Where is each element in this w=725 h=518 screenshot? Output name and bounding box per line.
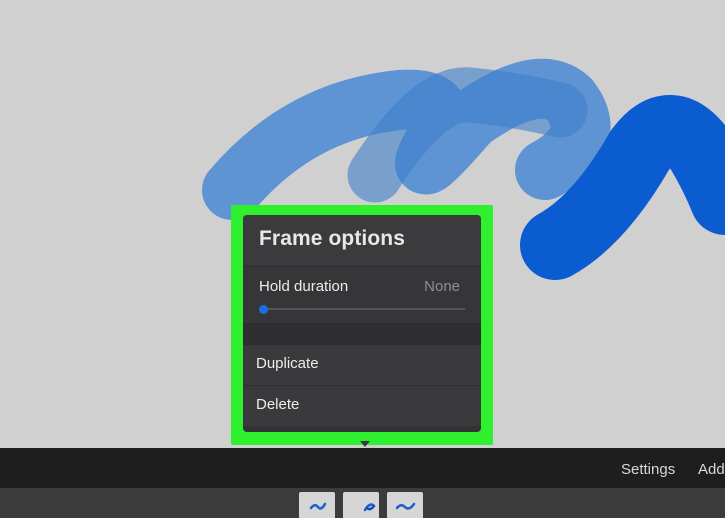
- settings-button[interactable]: Settings: [621, 461, 675, 478]
- hold-duration-slider[interactable]: [263, 308, 465, 310]
- frame-options-popover: Frame options Hold duration None Duplica…: [243, 215, 481, 432]
- delete-label: Delete: [256, 396, 300, 413]
- hold-duration-slider-knob[interactable]: [259, 305, 268, 314]
- frames-strip: [0, 488, 725, 518]
- squiggle-stroke-icon: [395, 502, 416, 510]
- delete-button[interactable]: Delete: [243, 385, 481, 426]
- popover-arrow: [360, 441, 370, 447]
- squiggle-stroke-icon: [309, 502, 327, 510]
- duplicate-label: Duplicate: [256, 355, 319, 372]
- hold-duration-label: Hold duration: [259, 278, 349, 295]
- popover-title: Frame options: [259, 227, 405, 250]
- add-frame-button[interactable]: Add: [698, 461, 725, 478]
- hold-duration-value: None: [424, 278, 460, 295]
- frame-thumbnail[interactable]: [299, 492, 335, 518]
- squiggle-stroke-icon: [363, 503, 376, 512]
- popover-header: Frame options: [243, 215, 481, 265]
- frame-thumbnail[interactable]: [387, 492, 423, 518]
- duplicate-button[interactable]: Duplicate: [243, 345, 481, 385]
- frame-thumbnail[interactable]: [343, 492, 379, 518]
- section-divider: [243, 323, 481, 345]
- hold-duration-row: Hold duration None: [243, 267, 481, 323]
- animation-toolbar: Settings Add: [0, 448, 725, 488]
